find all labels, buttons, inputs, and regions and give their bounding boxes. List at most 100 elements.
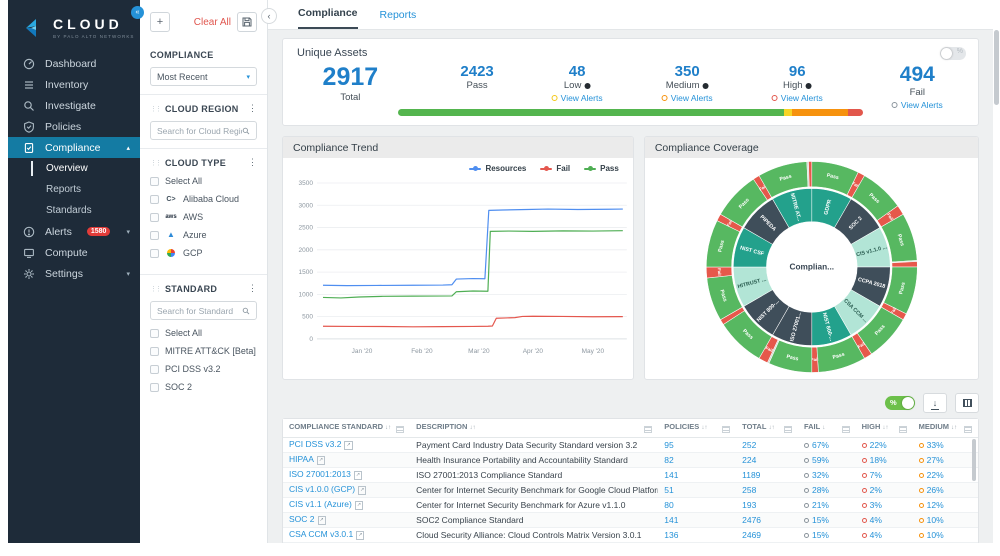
checkbox[interactable] — [150, 213, 159, 222]
external-link-icon[interactable]: ↗ — [356, 531, 364, 540]
policies-count[interactable]: 51 — [664, 485, 673, 495]
total-count[interactable]: 224 — [742, 455, 756, 465]
sidebar-item-settings[interactable]: Settings ▾ — [8, 263, 140, 284]
drag-handle-icon[interactable]: ⋮⋮ — [150, 285, 160, 293]
column-menu-icon[interactable] — [899, 426, 907, 433]
checkbox[interactable] — [150, 347, 159, 356]
column-menu-icon[interactable] — [644, 426, 652, 433]
medium-percent[interactable]: 12% — [927, 500, 944, 510]
medium-percent[interactable]: 33% — [927, 440, 944, 450]
col-standard[interactable]: COMPLIANCE STANDARD↓↑ — [283, 419, 410, 437]
standard-link[interactable]: PCI DSS v3.2 — [289, 439, 341, 449]
medium-percent[interactable]: 22% — [927, 470, 944, 480]
standard-select-all[interactable]: Select All — [150, 328, 257, 338]
fail-percent[interactable]: 15% — [812, 530, 829, 540]
standard-mitre[interactable]: MITRE ATT&CK [Beta] — [150, 346, 257, 356]
policies-count[interactable]: 141 — [664, 515, 678, 525]
column-picker-button[interactable] — [955, 393, 979, 413]
medium-percent[interactable]: 10% — [927, 530, 944, 540]
cloud-type-gcp[interactable]: GCP — [150, 248, 257, 258]
checkbox[interactable] — [150, 249, 159, 258]
policies-count[interactable]: 82 — [664, 455, 673, 465]
save-filter-button[interactable] — [237, 12, 257, 32]
drag-handle-icon[interactable]: ⋮⋮ — [150, 159, 160, 167]
kebab-menu-icon[interactable]: ⋮ — [248, 103, 257, 114]
standard-pci[interactable]: PCI DSS v3.2 — [150, 364, 257, 374]
sidebar-item-dashboard[interactable]: Dashboard — [8, 53, 140, 74]
coverage-sunburst-chart[interactable]: GDPRPassFailSOC 2PassFailCIS v1.1.0 ...P… — [681, 158, 943, 376]
filter-collapse-button[interactable]: « — [131, 6, 144, 19]
external-link-icon[interactable]: ↗ — [318, 516, 326, 525]
table-scrollbar[interactable] — [972, 439, 976, 481]
col-description[interactable]: DESCRIPTION↓↑ — [410, 419, 658, 437]
medium-percent[interactable]: 10% — [927, 515, 944, 525]
standard-link[interactable]: CSA CCM v3.0.1 — [289, 529, 353, 539]
column-menu-icon[interactable] — [964, 426, 972, 433]
percent-toggle[interactable]: % — [885, 396, 915, 410]
cloud-region-search[interactable] — [150, 121, 257, 140]
col-total[interactable]: TOTAL↓↑ — [736, 419, 798, 437]
checkbox[interactable] — [150, 365, 159, 374]
policies-count[interactable]: 80 — [664, 500, 673, 510]
download-button[interactable]: ↓ — [923, 393, 947, 413]
fail-percent[interactable]: 67% — [812, 440, 829, 450]
sidebar-item-investigate[interactable]: Investigate — [8, 95, 140, 116]
external-link-icon[interactable]: ↗ — [344, 441, 352, 450]
fail-percent[interactable]: 21% — [812, 500, 829, 510]
fail-percent[interactable]: 32% — [812, 470, 829, 480]
tab-compliance[interactable]: Compliance — [298, 7, 358, 29]
standard-search-input[interactable] — [157, 306, 242, 316]
standard-link[interactable]: CIS v1.1 (Azure) — [289, 499, 352, 509]
sort-icon[interactable]: ↓↑ — [882, 425, 888, 431]
sort-icon[interactable]: ↓↑ — [701, 425, 707, 431]
sidebar-item-compute[interactable]: Compute — [8, 242, 140, 263]
cloud-type-azure[interactable]: ▲Azure — [150, 230, 257, 240]
view-alerts-high-link[interactable]: View Alerts — [772, 93, 823, 103]
total-count[interactable]: 258 — [742, 485, 756, 495]
sort-icon[interactable]: ↓↑ — [951, 425, 957, 431]
checkbox[interactable] — [150, 329, 159, 338]
legend-fail[interactable]: Fail — [540, 164, 570, 173]
col-medium[interactable]: MEDIUM↓↑ — [913, 419, 978, 437]
checkbox[interactable] — [150, 177, 159, 186]
fail-percent[interactable]: 28% — [812, 485, 829, 495]
col-policies[interactable]: POLICIES↓↑ — [658, 419, 736, 437]
total-count[interactable]: 252 — [742, 440, 756, 450]
standard-link[interactable]: CIS v1.0.0 (GCP) — [289, 484, 355, 494]
total-count[interactable]: 1189 — [742, 470, 760, 480]
sidebar-item-alerts[interactable]: Alerts 1580 ▾ — [8, 221, 140, 242]
total-count[interactable]: 2476 — [742, 515, 761, 525]
sort-icon[interactable]: ↓↑ — [469, 425, 475, 431]
col-fail[interactable]: FAIL↓ — [798, 419, 856, 437]
high-percent[interactable]: 4% — [870, 530, 882, 540]
kebab-menu-icon[interactable]: ⋮ — [248, 283, 257, 294]
high-percent[interactable]: 22% — [870, 440, 887, 450]
policies-count[interactable]: 141 — [664, 470, 678, 480]
standard-link[interactable]: ISO 27001:2013 — [289, 469, 351, 479]
total-count[interactable]: 193 — [742, 500, 756, 510]
standard-link[interactable]: HIPAA — [289, 454, 314, 464]
tab-reports[interactable]: Reports — [380, 9, 417, 29]
high-percent[interactable]: 2% — [870, 485, 882, 495]
high-percent[interactable]: 18% — [870, 455, 887, 465]
standard-soc2[interactable]: SOC 2 — [150, 382, 257, 392]
column-menu-icon[interactable] — [842, 426, 850, 433]
panel-collapse-button[interactable]: ‹ — [261, 8, 277, 24]
legend-resources[interactable]: Resources — [469, 164, 526, 173]
cloud-type-select-all[interactable]: Select All — [150, 176, 257, 186]
total-count[interactable]: 2469 — [742, 530, 761, 540]
view-alerts-fail-link[interactable]: View Alerts — [892, 100, 943, 110]
sidebar-subitem-standards[interactable]: Standards — [8, 200, 140, 221]
col-high[interactable]: HIGH↓↑ — [856, 419, 913, 437]
cloud-type-aws[interactable]: awsAWS — [150, 212, 257, 222]
standard-search[interactable] — [150, 301, 257, 320]
sidebar-item-inventory[interactable]: Inventory — [8, 74, 140, 95]
standard-link[interactable]: SOC 2 — [289, 514, 315, 524]
assets-view-toggle[interactable]: % — [940, 47, 966, 60]
external-link-icon[interactable]: ↗ — [355, 501, 363, 510]
external-link-icon[interactable]: ↗ — [354, 471, 362, 480]
policies-count[interactable]: 95 — [664, 440, 673, 450]
sidebar-item-compliance[interactable]: Compliance ▴ — [8, 137, 140, 158]
legend-pass[interactable]: Pass — [584, 164, 619, 173]
column-menu-icon[interactable] — [784, 426, 792, 433]
